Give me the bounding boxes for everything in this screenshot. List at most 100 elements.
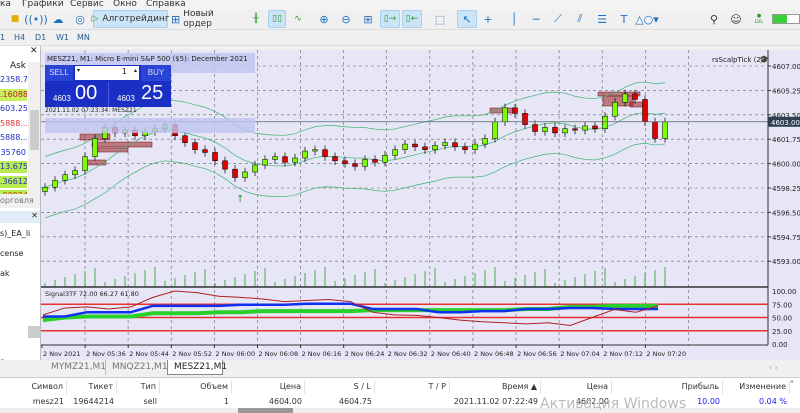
timeframe-h1[interactable]: 1 — [0, 33, 5, 42]
sell-price[interactable]: 4603 00 — [45, 82, 107, 107]
close-icon[interactable]: ✕ — [30, 46, 38, 56]
tab-mymz21[interactable]: MYMZ21,M1 — [51, 360, 106, 375]
ask-column-header[interactable]: Ask — [0, 60, 27, 72]
zoom-in-icon[interactable]: ⊕ — [316, 10, 332, 28]
zoom-out-icon[interactable]: ⊖ — [338, 10, 354, 28]
navigator-item[interactable]: s)_EA_li — [0, 224, 30, 244]
autoscroll-icon[interactable]: ▯→ — [380, 10, 400, 28]
table-cell[interactable]: 19644214 — [67, 395, 117, 408]
column-header[interactable]: Символ — [0, 380, 67, 394]
column-header[interactable]: Объем — [160, 380, 232, 394]
bar-chart-icon[interactable]: ╫ — [248, 10, 264, 28]
new-order-label: Новый ордер — [183, 9, 214, 29]
navigator-item[interactable]: cense — [0, 244, 30, 264]
market-watch-row[interactable]: 35760 — [0, 146, 27, 159]
buy-button[interactable]: BUY — [141, 65, 171, 81]
scroll-up-icon[interactable]: ˄ — [790, 380, 794, 389]
graduation-cap-icon: 🎓 — [759, 55, 769, 64]
market-watch-row[interactable]: 5888... — [0, 117, 27, 130]
text-icon[interactable]: T — [616, 10, 632, 28]
market-bag-icon[interactable]: ■ — [8, 10, 22, 28]
screenshot-icon[interactable]: ⬚ — [432, 10, 448, 28]
new-order-icon: ⊞ — [171, 12, 181, 26]
menu-item[interactable]: ка — [0, 0, 11, 9]
level-label: LVL — [754, 19, 764, 25]
timeframe-h4[interactable]: H4 — [14, 33, 25, 42]
line-chart-icon[interactable]: ∿ — [290, 10, 306, 28]
volume-value[interactable]: 1 — [122, 67, 127, 76]
menu-item-window[interactable]: Окно — [113, 0, 137, 9]
menu-item-charts[interactable]: Графики — [22, 0, 64, 9]
column-header[interactable]: Цена — [232, 380, 305, 394]
menu-item-service[interactable]: Сервис — [70, 0, 104, 9]
column-header[interactable]: Тикет — [67, 380, 117, 394]
tab-scroll-arrows[interactable]: ‹ › — [769, 363, 778, 372]
candle — [612, 102, 618, 117]
timeframe-mn[interactable]: MN — [77, 33, 90, 42]
column-header[interactable]: T / P — [375, 380, 450, 394]
column-header[interactable]: Тип — [117, 380, 160, 394]
candle — [632, 93, 638, 100]
shapes-icon[interactable]: △○▾ — [635, 10, 659, 28]
candle — [642, 99, 648, 123]
signal-icon[interactable]: ((•)) — [24, 10, 48, 28]
navigator-item[interactable]: o — [0, 352, 30, 360]
table-cell[interactable]: 2021.11.02 07:22:49 — [450, 395, 541, 408]
search-icon[interactable]: ⚲ — [706, 10, 722, 28]
market-watch-row[interactable]: 13.675 — [0, 161, 27, 173]
candlestick-chart-icon[interactable]: ▯▯ — [268, 10, 286, 28]
table-cell[interactable]: 4604.75 — [305, 395, 375, 408]
crosshair-icon[interactable]: + — [480, 10, 496, 28]
market-watch-row[interactable]: 5888... — [0, 132, 27, 144]
channel-icon[interactable]: ⫽ — [572, 10, 588, 28]
price-chart[interactable]: 4607.00 4605.25 4603.50 4601.75 4600.00 4598.… — [41, 50, 800, 360]
new-order-button[interactable]: ⊞ Новый ордер — [171, 9, 239, 29]
column-header[interactable]: S / L — [305, 380, 375, 394]
trading-tab[interactable]: орговля — [0, 194, 40, 208]
column-header[interactable]: Изменение — [723, 380, 790, 394]
candle — [602, 115, 608, 129]
algotrading-button[interactable]: ▷ Алготрейдинг — [91, 10, 170, 28]
chart-shift-icon[interactable]: ▯← — [402, 10, 422, 28]
table-cell[interactable]: 4604.00 — [232, 395, 305, 408]
column-header[interactable]: Время ▲ — [450, 380, 541, 394]
table-cell[interactable] — [375, 395, 450, 408]
market-watch-row[interactable]: 2358.7 — [0, 74, 27, 86]
menu-item-help[interactable]: Справка — [146, 0, 186, 9]
market-watch-row[interactable]: 603.25 — [0, 103, 27, 115]
horizontal-line-icon[interactable]: ─ — [528, 10, 544, 28]
chart-timestamp: 2021.11.02 07:23:34: MESZ21 — [45, 107, 137, 114]
table-cell[interactable]: 0.04 % — [723, 395, 790, 408]
sell-button[interactable]: SELL — [45, 65, 73, 81]
table-cell[interactable]: 1 — [160, 395, 232, 408]
cursor-icon[interactable]: ↖ — [457, 10, 477, 28]
decrease-icon[interactable]: ▾ — [77, 67, 80, 74]
candle — [272, 156, 278, 160]
buy-price[interactable]: 4603 25 — [108, 82, 171, 107]
timeframe-w1[interactable]: W1 — [56, 33, 69, 42]
increase-icon[interactable]: ▴ — [134, 67, 137, 74]
account-icon[interactable]: ☺ — [728, 10, 744, 28]
grid-icon[interactable]: ⊞ — [360, 10, 376, 28]
tab-mesz21[interactable]: MESZ21,M1 — [167, 360, 227, 375]
table-cell[interactable]: mesz21 — [0, 395, 67, 408]
timeframe-d1[interactable]: D1 — [35, 33, 46, 42]
table-cell[interactable]: sell — [117, 395, 160, 408]
market-watch-row[interactable]: .16088 — [0, 88, 27, 101]
vps-icon[interactable]: ◎ — [72, 10, 88, 28]
cloud-icon[interactable]: ☁ — [50, 10, 66, 28]
vertical-line-icon[interactable]: │ — [506, 10, 522, 28]
fibonacci-icon[interactable]: ☰ — [594, 10, 610, 28]
tab-mnqz21[interactable]: MNQZ21,M1 — [105, 360, 168, 375]
volume-stepper[interactable]: ▾ 1 ▴ — [75, 66, 139, 80]
market-watch-row[interactable]: .36612 — [0, 175, 27, 188]
navigator-scrollbar[interactable] — [28, 326, 40, 338]
time-tick-label: 2 Nov 06:08 — [259, 350, 299, 358]
market-watch-scrollbar[interactable] — [28, 62, 40, 208]
navigator-close-icon[interactable]: ✕ — [31, 211, 38, 220]
navigator-item[interactable]: ak — [0, 264, 30, 284]
trendline-icon[interactable]: ⟋ — [550, 10, 566, 28]
column-header[interactable]: Прибыль — [612, 380, 723, 394]
column-header[interactable]: Цена — [541, 380, 612, 394]
time-tick-label: 2 Nov 05:44 — [129, 350, 169, 358]
